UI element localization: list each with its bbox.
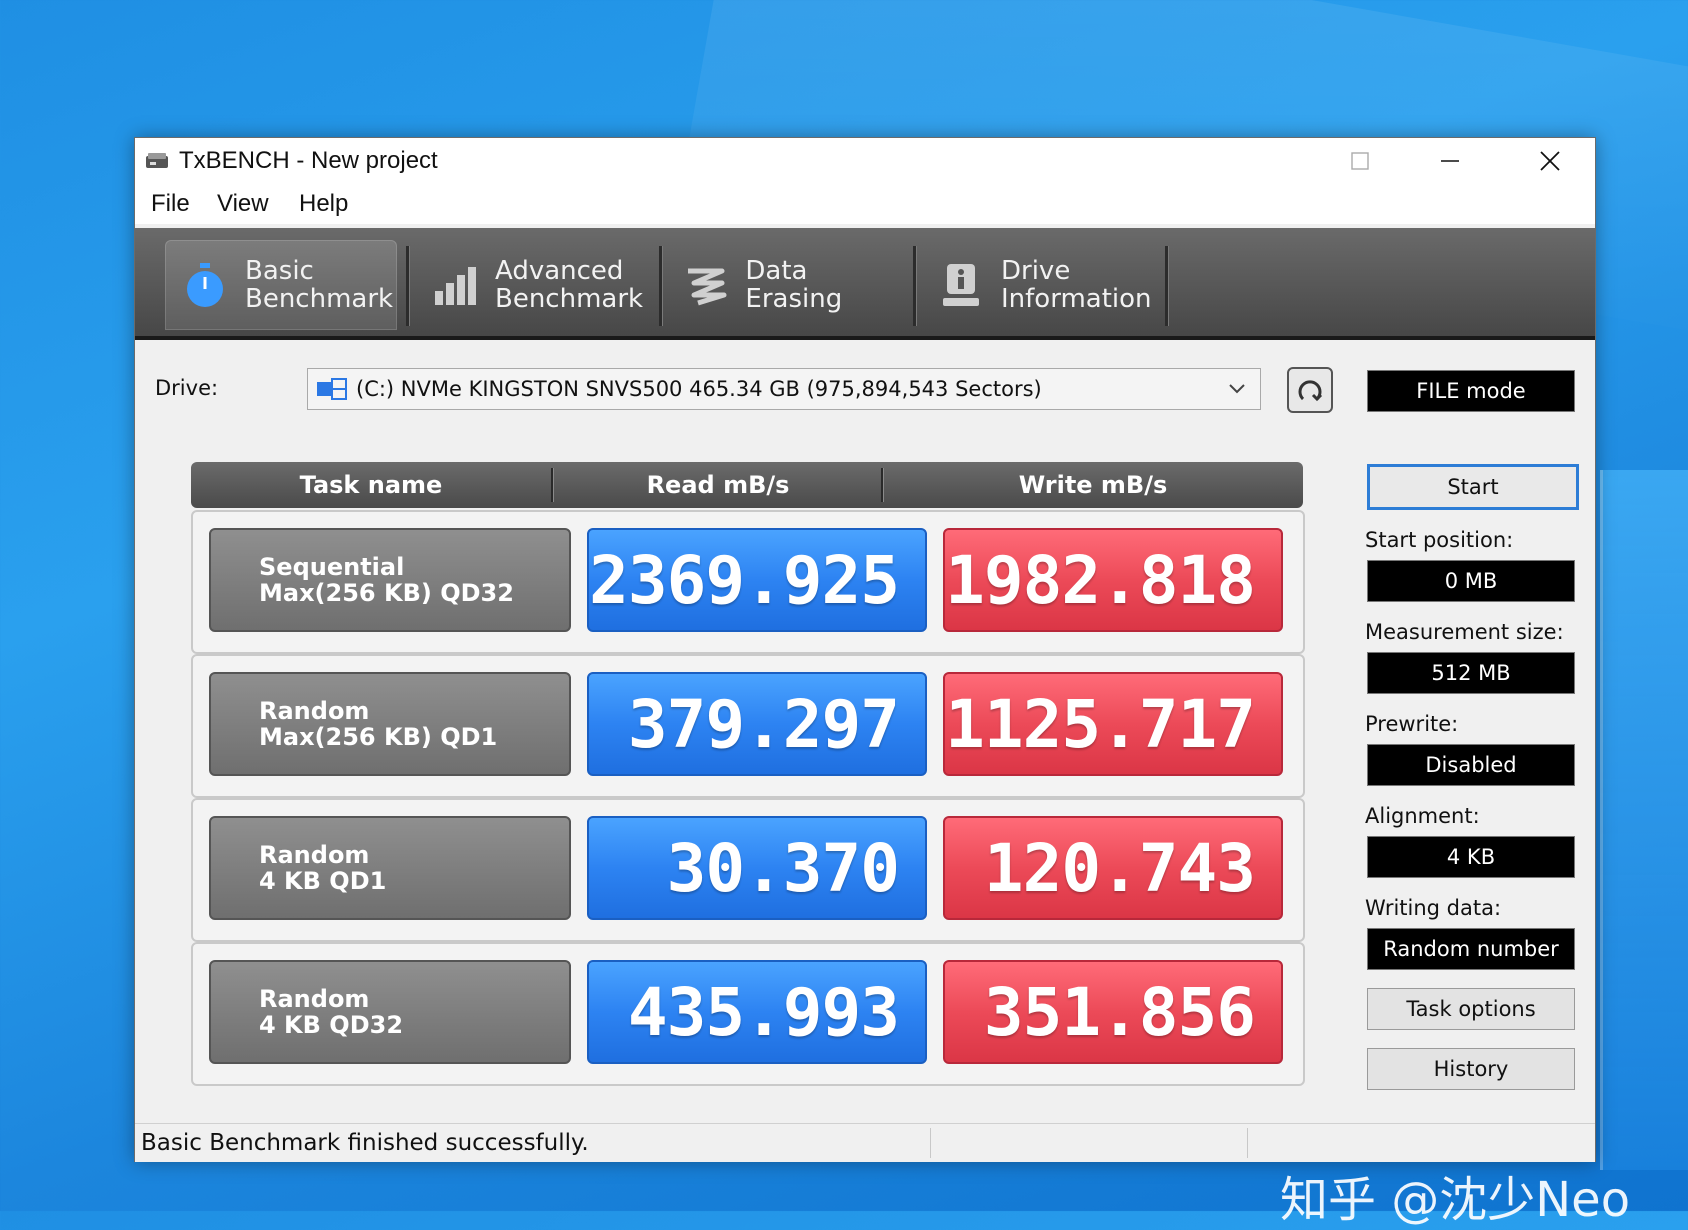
task-button[interactable]: Random Max(256 KB) QD1 — [209, 672, 571, 776]
write-value: 120.743 — [943, 816, 1283, 920]
write-value: 1125.717 — [943, 672, 1283, 776]
tab-separator — [406, 246, 410, 326]
result-row-random-256kb-qd1: Random Max(256 KB) QD1 379.297 1125.717 — [191, 654, 1305, 798]
tab-advanced-line1: Advanced — [495, 256, 624, 286]
result-row-random-4kb-qd32: Random 4 KB QD32 435.993 351.856 — [191, 942, 1305, 1086]
header-write: Write mB/s — [1018, 471, 1168, 499]
eraser-icon — [683, 261, 729, 309]
read-value: 2369.925 — [587, 528, 927, 632]
tab-advanced-line2: Benchmark — [495, 284, 644, 314]
task-button[interactable]: Random 4 KB QD1 — [209, 816, 571, 920]
prewrite-value[interactable]: Disabled — [1367, 744, 1575, 786]
read-value: 379.297 — [587, 672, 927, 776]
menu-file[interactable]: File — [151, 190, 190, 218]
tab-separator — [659, 246, 663, 326]
task-options-button[interactable]: Task options — [1367, 988, 1575, 1030]
start-button[interactable]: Start — [1367, 464, 1579, 510]
refresh-drive-button[interactable] — [1287, 367, 1333, 413]
task-button[interactable]: Sequential Max(256 KB) QD32 — [209, 528, 571, 632]
file-mode-button[interactable]: FILE mode — [1367, 370, 1575, 412]
start-position-label: Start position: — [1365, 528, 1514, 552]
header-task-name: Task name — [299, 471, 443, 499]
tab-erasing-label: Data Erasing — [745, 256, 843, 314]
tab-drive-label: Drive Information — [1001, 257, 1152, 313]
history-button[interactable]: History — [1367, 1048, 1575, 1090]
writing-data-value[interactable]: Random number — [1367, 928, 1575, 970]
alignment-label: Alignment: — [1365, 804, 1480, 828]
close-icon — [1540, 151, 1560, 171]
tab-basic-line1: Basic — [245, 256, 314, 286]
info-drive-icon — [937, 261, 985, 309]
nvme-drive-icon — [317, 378, 347, 400]
tab-data-erasing[interactable]: Data Erasing — [667, 240, 907, 330]
tab-separator — [913, 246, 917, 326]
tab-basic-label: Basic Benchmark — [245, 257, 393, 313]
drive-select[interactable]: (C:) NVMe KINGSTON SNVS500 465.34 GB (97… — [307, 368, 1261, 410]
write-value: 1982.818 — [943, 528, 1283, 632]
header-read: Read mB/s — [646, 471, 790, 499]
title-bar: TxBENCH - New project — [135, 138, 1595, 184]
stopwatch-icon — [181, 261, 229, 309]
status-separator — [930, 1128, 931, 1158]
tab-bar: Basic Benchmark Advanced Benchmark Data E — [135, 228, 1595, 340]
bar-chart-icon — [431, 261, 479, 309]
desktop-window-logo-pane — [1600, 470, 1688, 1170]
tab-basic-line2: Benchmark — [245, 284, 394, 314]
status-bar: Basic Benchmark finished successfully. — [135, 1123, 1595, 1162]
read-value: 30.370 — [587, 816, 927, 920]
tab-drive-line2: Information — [1001, 284, 1152, 314]
drive-selected-value: (C:) NVMe KINGSTON SNVS500 465.34 GB (97… — [356, 377, 1042, 401]
status-text: Basic Benchmark finished successfully. — [141, 1130, 589, 1156]
menu-help[interactable]: Help — [299, 190, 348, 218]
chevron-down-icon — [1229, 384, 1245, 394]
menu-bar: File View Help — [135, 184, 1595, 224]
menu-view[interactable]: View — [217, 190, 269, 218]
app-window: TxBENCH - New project File View Help Bas… — [134, 137, 1596, 1162]
task-line1: Random — [259, 841, 370, 869]
task-line2: Max(256 KB) QD32 — [259, 579, 514, 607]
measurement-size-value[interactable]: 512 MB — [1367, 652, 1575, 694]
task-line1: Random — [259, 697, 370, 725]
task-line1: Random — [259, 985, 370, 1013]
tab-drive-information[interactable]: Drive Information — [921, 240, 1161, 330]
prewrite-label: Prewrite: — [1365, 712, 1459, 736]
result-row-sequential-qd32: Sequential Max(256 KB) QD32 2369.925 198… — [191, 510, 1305, 654]
minimize-button[interactable] — [1405, 138, 1495, 184]
refresh-icon — [1298, 380, 1323, 402]
minimize-icon — [1441, 160, 1459, 162]
measurement-size-label: Measurement size: — [1365, 620, 1564, 644]
tab-separator — [1165, 246, 1169, 326]
maximize-button[interactable] — [1315, 138, 1405, 184]
watermark: 知乎 @沈少Neo — [1280, 1172, 1631, 1228]
task-line1: Sequential — [259, 553, 405, 581]
task-line2: Max(256 KB) QD1 — [259, 723, 498, 751]
task-button[interactable]: Random 4 KB QD32 — [209, 960, 571, 1064]
drive-label: Drive: — [155, 376, 219, 400]
results-header: Task name Read mB/s Write mB/s — [191, 462, 1303, 508]
start-position-value[interactable]: 0 MB — [1367, 560, 1575, 602]
close-button[interactable] — [1505, 138, 1595, 184]
read-value: 435.993 — [587, 960, 927, 1064]
window-title: TxBENCH - New project — [179, 147, 438, 174]
writing-data-label: Writing data: — [1365, 896, 1502, 920]
task-line2: 4 KB QD32 — [259, 1011, 404, 1039]
maximize-icon — [1351, 152, 1369, 170]
app-drive-icon — [146, 153, 168, 168]
task-line2: 4 KB QD1 — [259, 867, 387, 895]
status-separator — [1247, 1128, 1248, 1158]
tab-advanced-label: Advanced Benchmark — [495, 257, 643, 313]
alignment-value[interactable]: 4 KB — [1367, 836, 1575, 878]
result-row-random-4kb-qd1: Random 4 KB QD1 30.370 120.743 — [191, 798, 1305, 942]
write-value: 351.856 — [943, 960, 1283, 1064]
tab-advanced-benchmark[interactable]: Advanced Benchmark — [415, 240, 655, 330]
tab-drive-line1: Drive — [1001, 256, 1071, 286]
tab-basic-benchmark[interactable]: Basic Benchmark — [165, 240, 397, 330]
